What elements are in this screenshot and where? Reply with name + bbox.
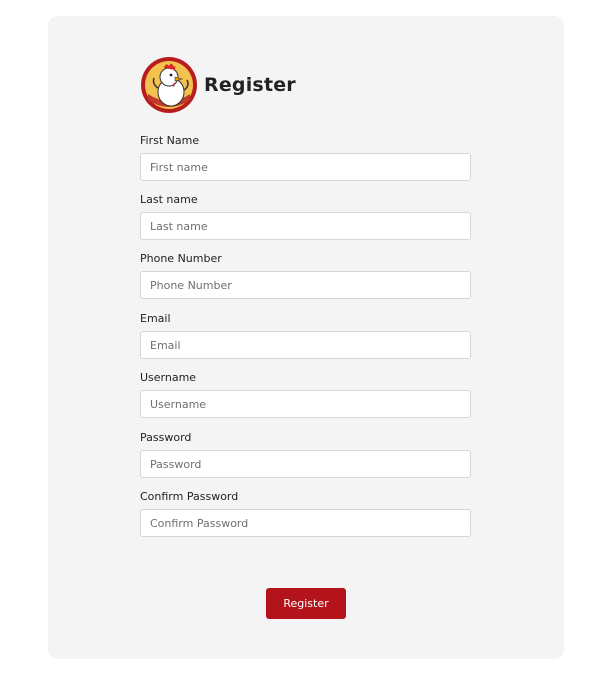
email-group: Email [140, 312, 471, 359]
first-name-group: First Name [140, 134, 471, 181]
password-label: Password [140, 431, 192, 444]
first-name-label: First Name [140, 134, 200, 147]
password-input[interactable] [140, 450, 471, 478]
confirm-password-label: Confirm Password [140, 490, 239, 503]
email-label: Email [140, 312, 171, 325]
username-label: Username [140, 371, 197, 384]
register-button[interactable]: Register [266, 588, 346, 619]
last-name-label: Last name [140, 193, 198, 206]
email-input[interactable] [140, 331, 471, 359]
username-input[interactable] [140, 390, 471, 418]
chicken-mascot-logo-icon [140, 56, 198, 114]
username-group: Username [140, 371, 471, 418]
phone-number-input[interactable] [140, 271, 471, 299]
last-name-group: Last name [140, 193, 471, 240]
confirm-password-input[interactable] [140, 509, 471, 537]
confirm-password-group: Confirm Password [140, 490, 471, 537]
last-name-input[interactable] [140, 212, 471, 240]
phone-number-label: Phone Number [140, 252, 222, 265]
register-card: Register First Name Last name Phone Numb… [48, 16, 564, 659]
phone-number-group: Phone Number [140, 252, 471, 299]
page-title: Register [204, 74, 296, 96]
form-header: Register [140, 56, 296, 114]
password-group: Password [140, 431, 471, 478]
first-name-input[interactable] [140, 153, 471, 181]
